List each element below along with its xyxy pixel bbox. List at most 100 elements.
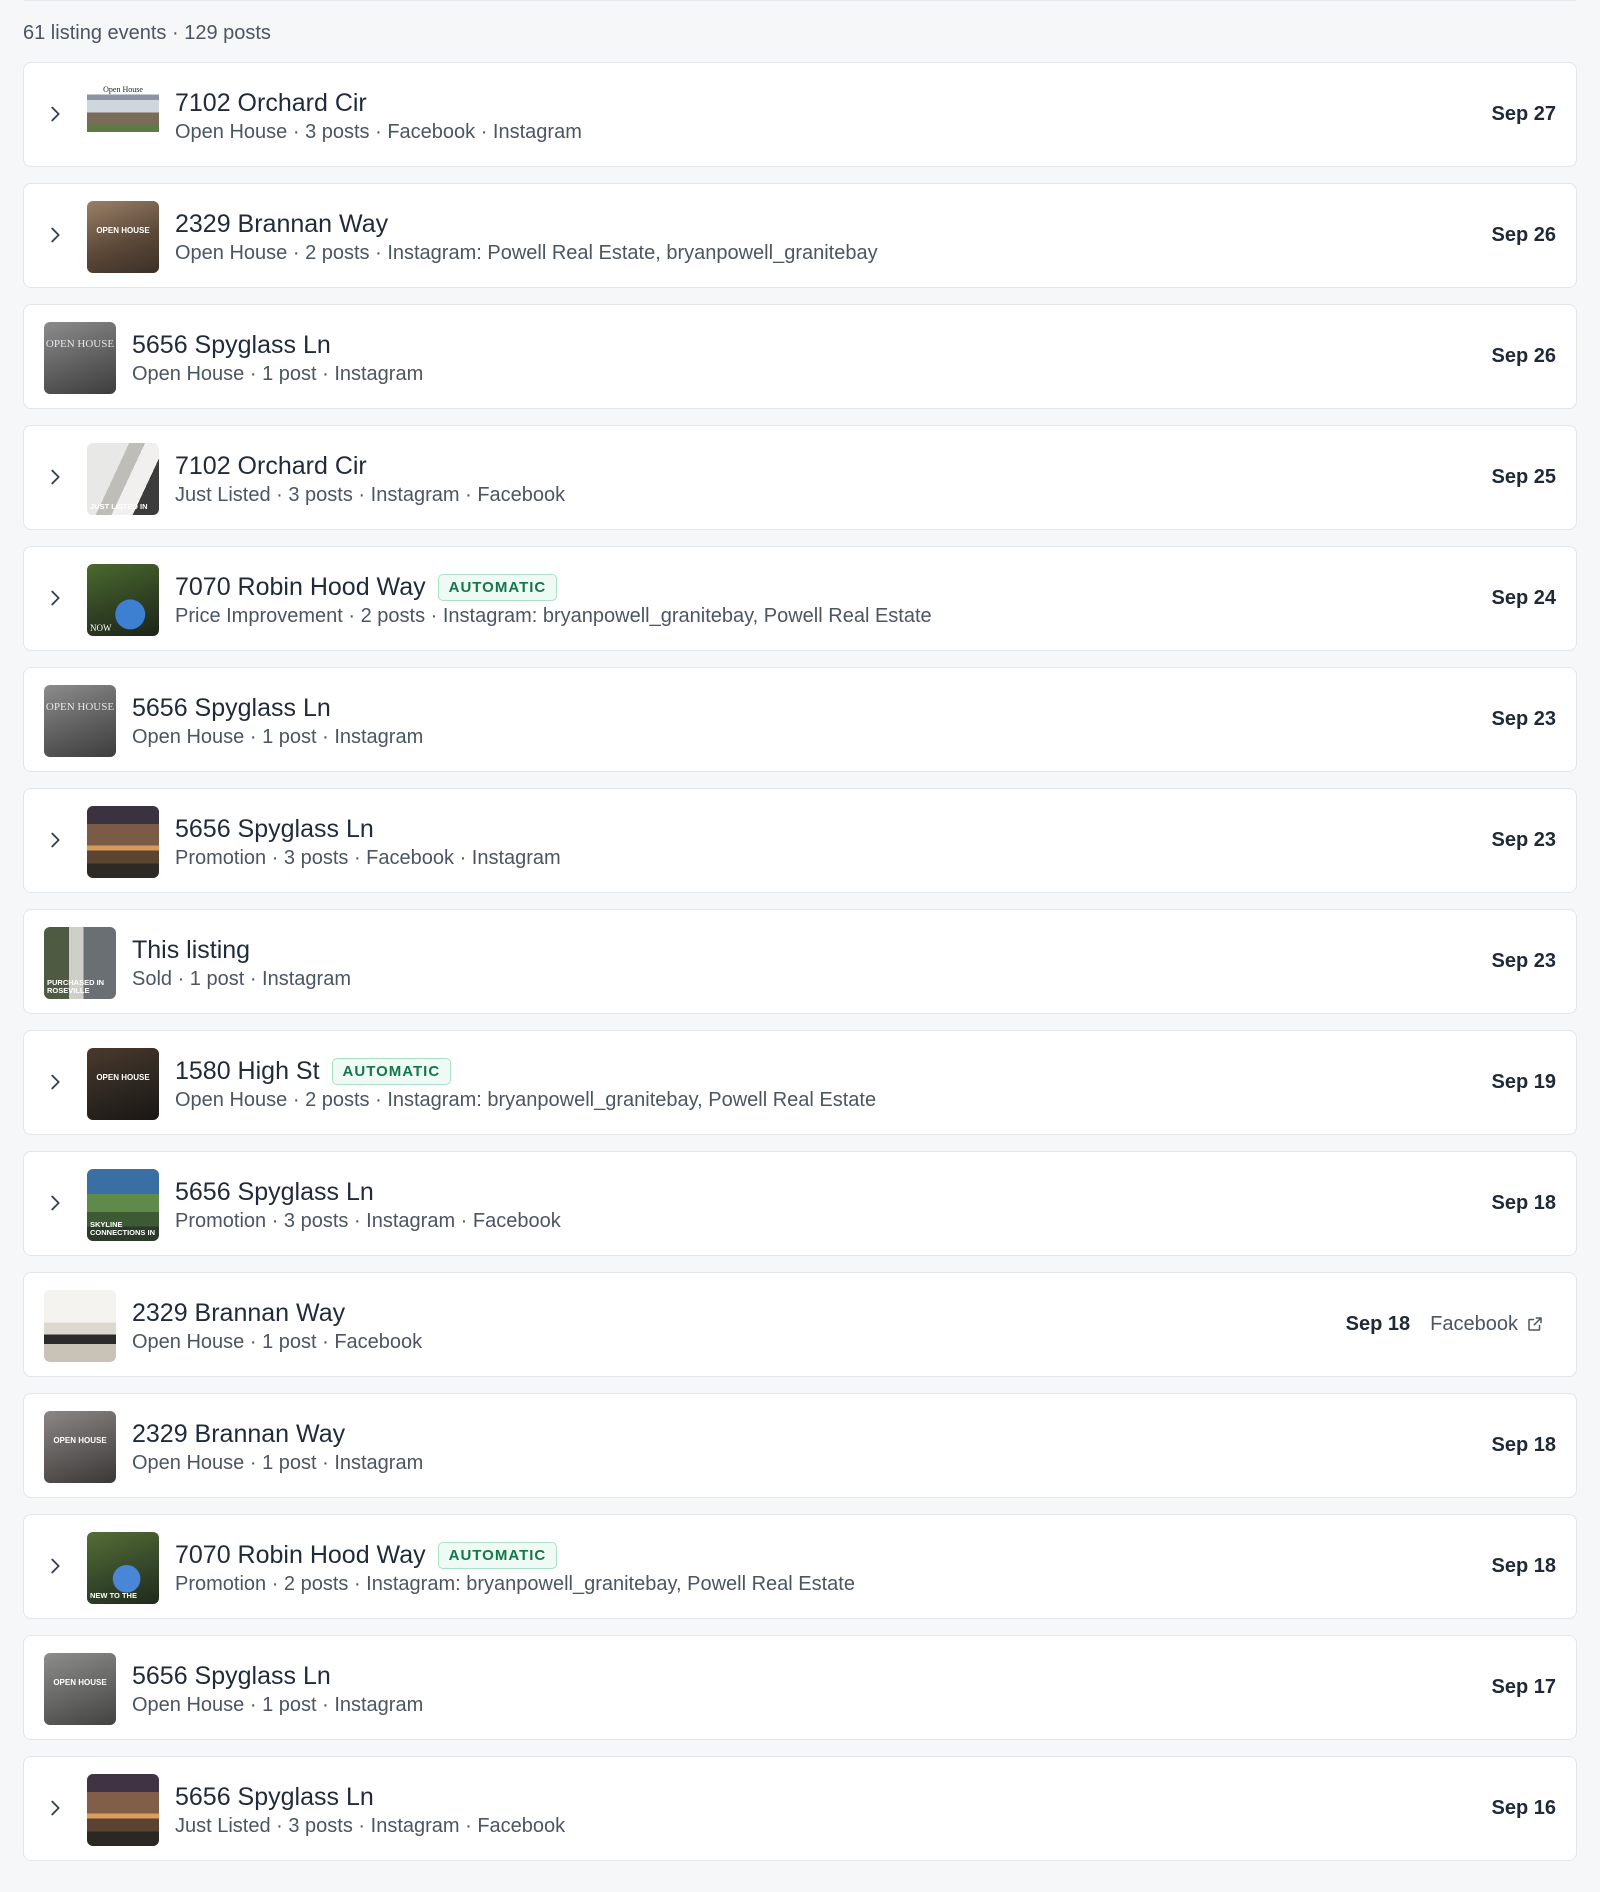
event-date: Sep 26 [1491, 344, 1556, 367]
event-title-row: 1580 High St AUTOMATIC [175, 1055, 1336, 1087]
listing-event-card[interactable]: 5656 Spyglass Ln Just Listed · 3 posts ·… [23, 1756, 1577, 1861]
event-date: Sep 17 [1491, 1675, 1556, 1698]
event-meta: Open House · 2 posts · Instagram: bryanp… [175, 1089, 877, 1111]
chevron-right-icon[interactable] [44, 587, 66, 609]
chevron-right-icon[interactable] [44, 1192, 66, 1214]
listing-event-card[interactable]: OPEN HOUSE 5656 Spyglass Ln Open House ·… [23, 667, 1577, 772]
event-meta: Open House · 2 posts · Instagram: Powell… [175, 242, 878, 264]
event-meta: Open House · 3 posts · Facebook · Instag… [175, 121, 582, 143]
event-title: 2329 Brannan Way [175, 209, 389, 238]
listing-thumbnail: SKYLINE CONNECTIONS IN [87, 1169, 159, 1241]
thumbnail-caption: NOW [90, 623, 112, 633]
listing-event-card[interactable]: OPEN HOUSE 2329 Brannan Way Open House ·… [23, 1393, 1577, 1498]
event-summary: 61 listing events · 129 posts [23, 22, 271, 44]
event-right: Sep 19 [1492, 1031, 1556, 1133]
event-right: Sep 18 [1492, 1515, 1556, 1617]
event-meta: Just Listed · 3 posts · Instagram · Face… [175, 1815, 566, 1837]
event-right: Sep 17 [1492, 1636, 1556, 1738]
event-right: Sep 23 [1492, 789, 1556, 891]
event-title-row: 5656 Spyglass Ln [132, 329, 1336, 361]
event-date: Sep 23 [1491, 828, 1556, 851]
event-body: 1580 High St AUTOMATIC Open House · 2 po… [175, 1055, 1336, 1112]
external-link-icon [1528, 1317, 1542, 1331]
event-meta: Open House · 1 post · Facebook [132, 1331, 423, 1353]
automatic-badge: AUTOMATIC [331, 1057, 452, 1085]
event-right: Sep 24 [1492, 547, 1556, 649]
event-date: Sep 23 [1491, 949, 1556, 972]
thumbnail-caption: OPEN HOUSE [53, 1678, 107, 1687]
listing-event-card[interactable]: JUST LISTED IN 7102 Orchard Cir Just Lis… [23, 425, 1577, 530]
event-title: 1580 High St [175, 1056, 320, 1085]
listing-thumbnail: OPEN HOUSE [87, 1048, 159, 1120]
chevron-right-icon[interactable] [44, 1555, 66, 1577]
listing-event-card[interactable]: Open House 7102 Orchard Cir Open House ·… [23, 62, 1577, 167]
event-title: 7070 Robin Hood Way [175, 1540, 426, 1569]
chevron-right-icon[interactable] [44, 224, 66, 246]
listing-thumbnail: OPEN HOUSE [44, 685, 116, 757]
event-meta: Open House · 1 post · Instagram [132, 726, 424, 748]
external-link-label: Facebook [1430, 1312, 1518, 1335]
event-body: 2329 Brannan Way Open House · 1 post · F… [132, 1297, 1336, 1354]
event-title: 5656 Spyglass Ln [175, 1782, 374, 1811]
chevron-right-icon[interactable] [44, 829, 66, 851]
event-body: 5656 Spyglass Ln Open House · 1 post · I… [132, 329, 1336, 386]
event-title: 7102 Orchard Cir [175, 88, 367, 117]
thumbnail-caption: PURCHASED IN ROSEVILLE [47, 978, 105, 995]
event-body: 7102 Orchard Cir Open House · 3 posts · … [175, 87, 1336, 144]
event-date: Sep 27 [1491, 102, 1556, 125]
chevron-right-icon[interactable] [44, 103, 66, 125]
event-right: Sep 16 [1492, 1757, 1556, 1859]
event-date: Sep 25 [1491, 465, 1556, 488]
thumbnail-caption: OPEN HOUSE [45, 338, 115, 350]
listing-event-card[interactable]: NOW 7070 Robin Hood Way AUTOMATIC Price … [23, 546, 1577, 651]
event-body: 5656 Spyglass Ln Open House · 1 post · I… [132, 692, 1336, 749]
event-title-row: 2329 Brannan Way [132, 1297, 1336, 1329]
listing-event-card[interactable]: SKYLINE CONNECTIONS IN 5656 Spyglass Ln … [23, 1151, 1577, 1256]
listing-event-card[interactable]: OPEN HOUSE 5656 Spyglass Ln Open House ·… [23, 1635, 1577, 1740]
event-meta: Promotion · 3 posts · Instagram · Facebo… [175, 1210, 561, 1232]
listing-event-card[interactable]: OPEN HOUSE 2329 Brannan Way Open House ·… [23, 183, 1577, 288]
listing-event-card[interactable]: PURCHASED IN ROSEVILLE This listing Sold… [23, 909, 1577, 1014]
event-title: 5656 Spyglass Ln [132, 693, 331, 722]
listing-thumbnail: PURCHASED IN ROSEVILLE [44, 927, 116, 999]
thumbnail-caption: OPEN HOUSE [96, 226, 150, 235]
listing-thumbnail: NOW [87, 564, 159, 636]
event-title: 5656 Spyglass Ln [132, 330, 331, 359]
event-title: 7070 Robin Hood Way [175, 572, 426, 601]
event-title-row: 5656 Spyglass Ln [175, 1781, 1336, 1813]
event-title-row: 7070 Robin Hood Way AUTOMATIC [175, 571, 1336, 603]
chevron-right-icon[interactable] [44, 1071, 66, 1093]
listing-event-card[interactable]: NEW TO THE 7070 Robin Hood Way AUTOMATIC… [23, 1514, 1577, 1619]
listing-event-card[interactable]: 5656 Spyglass Ln Promotion · 3 posts · F… [23, 788, 1577, 893]
event-meta: Promotion · 3 posts · Facebook · Instagr… [175, 847, 561, 869]
event-title-row: 7102 Orchard Cir [175, 450, 1336, 482]
listing-thumbnail: Open House [87, 80, 159, 152]
event-meta: Sold · 1 post · Instagram [132, 968, 351, 990]
event-title-row: 2329 Brannan Way [132, 1418, 1336, 1450]
event-date: Sep 16 [1491, 1796, 1556, 1819]
thumbnail-caption: JUST LISTED IN [90, 502, 148, 511]
thumbnail-caption: SKYLINE CONNECTIONS IN [90, 1220, 156, 1237]
event-body: 5656 Spyglass Ln Open House · 1 post · I… [132, 1660, 1336, 1717]
top-divider [24, 0, 1576, 1]
thumbnail-caption: OPEN HOUSE [45, 701, 115, 713]
listing-thumbnail: OPEN HOUSE [87, 201, 159, 273]
facebook-external-link[interactable]: Facebook [1430, 1313, 1544, 1336]
chevron-right-icon[interactable] [44, 466, 66, 488]
listing-events-list: Open House 7102 Orchard Cir Open House ·… [23, 62, 1577, 1877]
automatic-badge: AUTOMATIC [437, 573, 558, 601]
listing-thumbnail: JUST LISTED IN [87, 443, 159, 515]
listing-event-card[interactable]: OPEN HOUSE 5656 Spyglass Ln Open House ·… [23, 304, 1577, 409]
event-title-row: 2329 Brannan Way [175, 208, 1336, 240]
event-title-row: 7070 Robin Hood Way AUTOMATIC [175, 1539, 1336, 1571]
event-body: 7070 Robin Hood Way AUTOMATIC Promotion … [175, 1539, 1336, 1596]
event-title-row: 5656 Spyglass Ln [175, 1176, 1336, 1208]
event-date: Sep 18 [1491, 1191, 1556, 1214]
event-title-row: This listing [132, 934, 1336, 966]
event-body: 7070 Robin Hood Way AUTOMATIC Price Impr… [175, 571, 1336, 628]
listing-event-card[interactable]: OPEN HOUSE 1580 High St AUTOMATIC Open H… [23, 1030, 1577, 1135]
listing-event-card[interactable]: 2329 Brannan Way Open House · 1 post · F… [23, 1272, 1577, 1377]
chevron-right-icon[interactable] [44, 1797, 66, 1819]
event-right: Sep 18 Facebook [1346, 1273, 1544, 1375]
event-title: This listing [132, 935, 251, 964]
